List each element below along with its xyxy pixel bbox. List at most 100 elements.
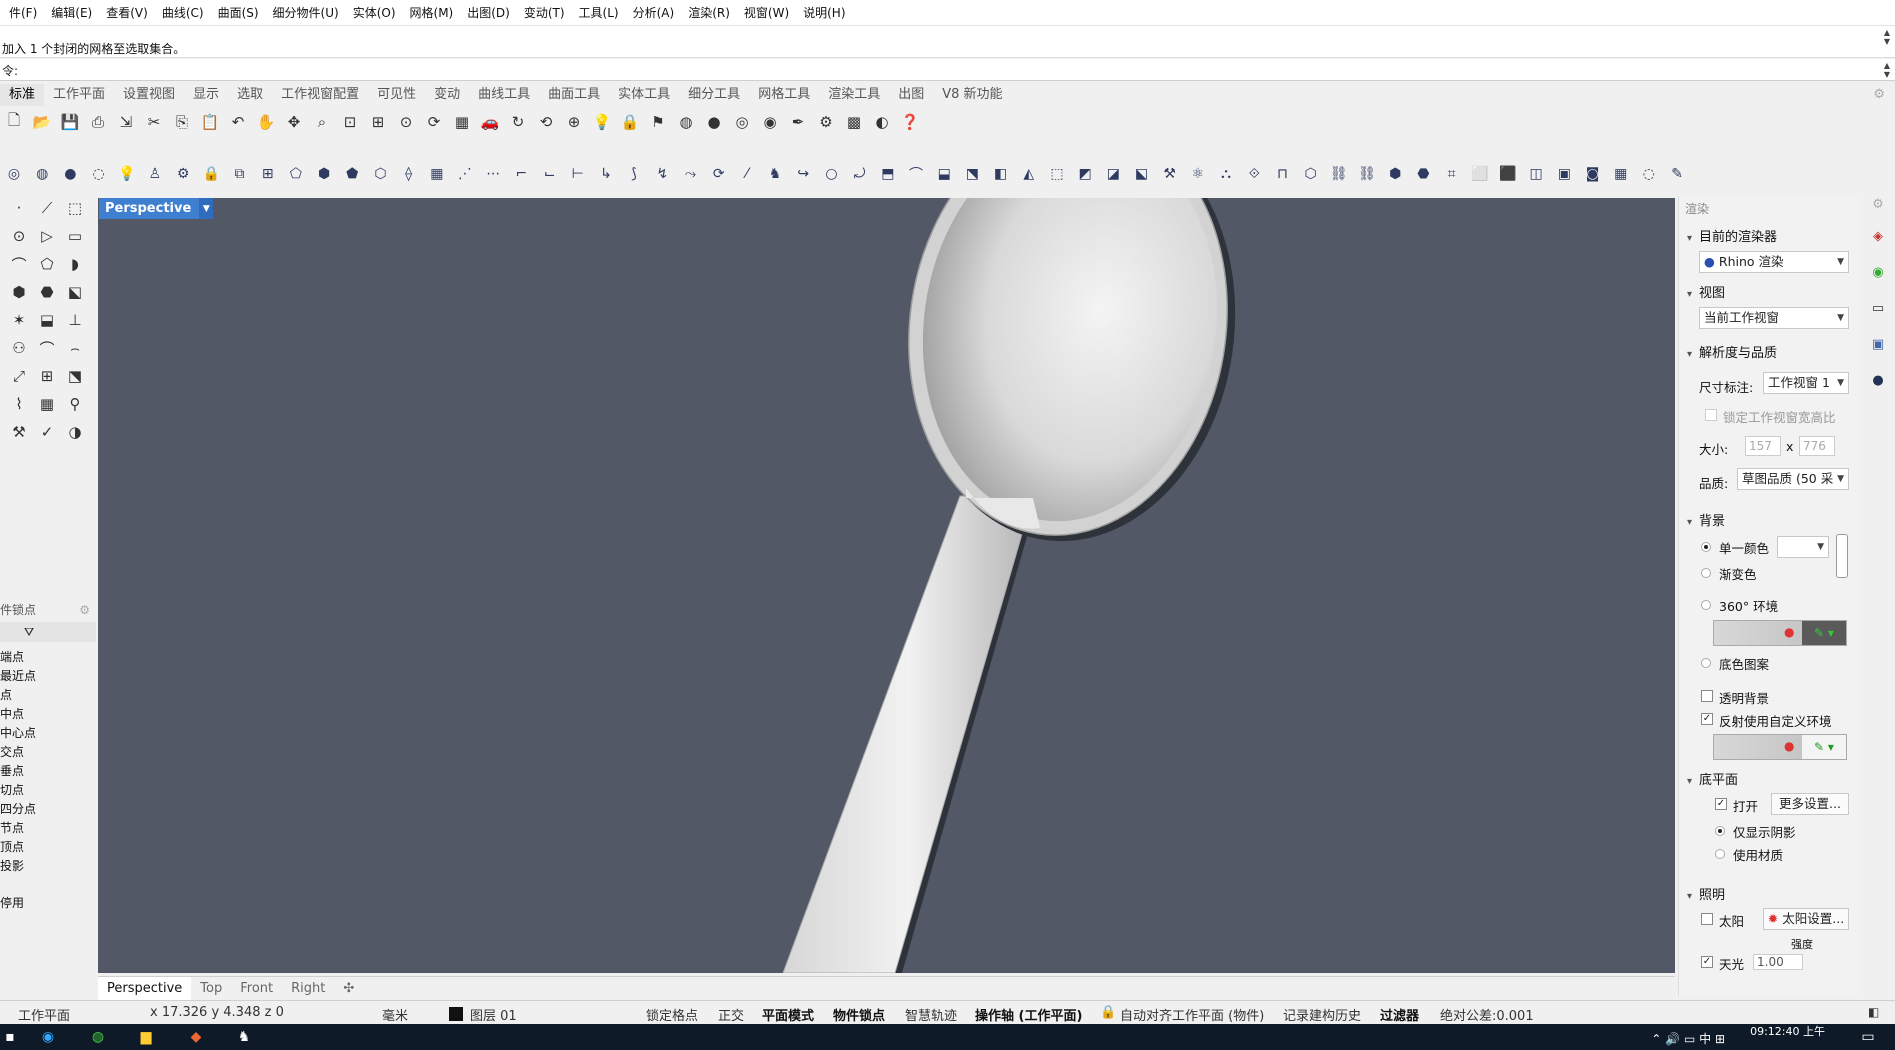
light-bulb-icon[interactable]: 💡: [590, 110, 614, 134]
menu-item[interactable]: 曲线(C): [155, 4, 211, 21]
toolbar-tool-icon[interactable]: ⌗: [1440, 162, 1464, 186]
toolbar-tool-icon[interactable]: ⬚: [1045, 162, 1069, 186]
render-panel-tab-icon[interactable]: ◈: [1870, 228, 1886, 244]
toolbar-tool-icon[interactable]: ⬔: [960, 162, 984, 186]
material-panel-tab-icon[interactable]: ●: [1870, 372, 1886, 388]
perspective-viewport[interactable]: [98, 198, 1675, 973]
toolbar-tab[interactable]: 显示: [184, 84, 228, 106]
toolbar-tool-icon[interactable]: ⤾: [848, 162, 872, 186]
toolbar-tab[interactable]: 标准: [0, 84, 45, 106]
viewport-menu-arrow-icon[interactable]: ▼: [199, 198, 214, 219]
history-toggle[interactable]: 记录建构历史: [1283, 1005, 1361, 1024]
zoom-window-icon[interactable]: ⊡: [338, 110, 362, 134]
left-tool-icon[interactable]: ·: [6, 196, 32, 220]
color-wheel-icon[interactable]: ◍: [674, 110, 698, 134]
toolbar-tool-icon[interactable]: 🔒: [199, 162, 223, 186]
toolbar-tool-icon[interactable]: ◭: [1017, 162, 1041, 186]
left-tool-icon[interactable]: ⟋: [34, 196, 60, 220]
view-dropdown[interactable]: 当前工作视窗 ▼: [1699, 307, 1849, 329]
gear-group-icon[interactable]: ⚙: [814, 110, 838, 134]
save-icon[interactable]: 💾: [58, 110, 82, 134]
solid-color-radio[interactable]: [1701, 542, 1711, 552]
env360-radio[interactable]: [1701, 600, 1711, 610]
notification-icon[interactable]: ▭: [1858, 1028, 1878, 1046]
toolbar-tab[interactable]: 设置视图: [114, 84, 184, 106]
size-width-input[interactable]: 157: [1745, 436, 1781, 456]
left-tool-icon[interactable]: ⌢: [62, 336, 88, 360]
toolbar-tool-icon[interactable]: ♙: [143, 162, 167, 186]
toolbar-tool-icon[interactable]: ⌐: [509, 162, 533, 186]
toolbar-tool-icon[interactable]: ⬕: [1130, 162, 1154, 186]
toolbar-tool-icon[interactable]: ⬠: [284, 162, 308, 186]
toolbar-tool-icon[interactable]: ↳: [594, 162, 618, 186]
section-view[interactable]: ▾ 视图: [1687, 282, 1725, 301]
toolbar-tool-icon[interactable]: ◫: [1524, 162, 1548, 186]
cut-icon[interactable]: ✂: [142, 110, 166, 134]
toolbar-tool-icon[interactable]: ⧉: [228, 162, 252, 186]
use-material-radio[interactable]: [1715, 849, 1725, 859]
four-view-icon[interactable]: ▦: [450, 110, 474, 134]
toolbar-tool-icon[interactable]: ⬛: [1496, 162, 1520, 186]
wallpaper-radio[interactable]: [1701, 658, 1711, 668]
left-tool-icon[interactable]: ✶: [6, 308, 32, 332]
spoon-model[interactable]: [98, 198, 1675, 973]
gradient-radio[interactable]: [1701, 568, 1711, 578]
toolbar-tab[interactable]: 可见性: [368, 84, 425, 106]
toolbar-tool-icon[interactable]: ◌: [1637, 162, 1661, 186]
toolbar-tab[interactable]: 变动: [425, 84, 469, 106]
edit-env-pen-icon[interactable]: ✎ ▾: [1802, 621, 1846, 645]
left-tool-icon[interactable]: ⬣: [34, 280, 60, 304]
toolbar-tool-icon[interactable]: ⛓: [1355, 162, 1379, 186]
toolbar-tab[interactable]: 曲线工具: [469, 84, 539, 106]
toolbar-tool-icon[interactable]: ⁄: [735, 162, 759, 186]
size-height-input[interactable]: 776: [1799, 436, 1835, 456]
toolbar-tool-icon[interactable]: ◪: [1101, 162, 1125, 186]
osnap-toggle[interactable]: 物件锁点: [833, 1005, 885, 1024]
menu-item[interactable]: 曲面(S): [211, 4, 266, 21]
toolbar-tool-icon[interactable]: ▦: [1609, 162, 1633, 186]
toolbar-tab[interactable]: 渲染工具: [819, 84, 889, 106]
rotate-2d-icon[interactable]: ↻: [506, 110, 530, 134]
rotate-3d-icon[interactable]: ⟲: [534, 110, 558, 134]
menu-item[interactable]: 视窗(W): [737, 4, 796, 21]
edit-reflection-pen-icon[interactable]: ✎ ▾: [1802, 735, 1846, 759]
toolbar-tool-icon[interactable]: ⛓: [1327, 162, 1351, 186]
display-panel-tab-icon[interactable]: ▭: [1870, 300, 1886, 316]
menu-item[interactable]: 查看(V): [99, 4, 155, 21]
toolbar-tool-icon[interactable]: ⋯: [481, 162, 505, 186]
new-file-icon[interactable]: 🗋: [2, 110, 26, 134]
viewport-title[interactable]: Perspective ▼: [99, 198, 214, 219]
file-explorer-icon[interactable]: ▆: [136, 1028, 156, 1046]
toolbar-tool-icon[interactable]: ⌙: [538, 162, 562, 186]
import-icon[interactable]: ⇲: [114, 110, 138, 134]
filter-toggle[interactable]: 过滤器: [1380, 1005, 1419, 1024]
left-tool-icon[interactable]: ⬓: [34, 308, 60, 332]
section-resolution[interactable]: ▾ 解析度与品质: [1687, 342, 1777, 361]
toolbar-tool-icon[interactable]: ◎: [2, 162, 26, 186]
osnap-item[interactable]: 中心点: [0, 724, 36, 741]
section-ground[interactable]: ▾ 底平面: [1687, 769, 1738, 788]
tab-options-gear-icon[interactable]: ⚙: [1873, 87, 1885, 102]
dimension-dropdown[interactable]: 工作视窗 1 ▼: [1763, 372, 1849, 394]
toolbar-tool-icon[interactable]: ○: [819, 162, 843, 186]
toolbar-tool-icon[interactable]: ⊢: [566, 162, 590, 186]
cplane-status[interactable]: 工作平面: [18, 1005, 70, 1024]
start-icon[interactable]: ▪: [0, 1028, 20, 1046]
menu-item[interactable]: 实体(O): [346, 4, 403, 21]
toolbar-tool-icon[interactable]: ●: [58, 162, 82, 186]
rhino-app-icon[interactable]: ♞: [234, 1028, 254, 1046]
toolbar-tool-icon[interactable]: ⚒: [1158, 162, 1182, 186]
section-lighting[interactable]: ▾ 照明: [1687, 884, 1725, 903]
car-icon[interactable]: 🚗: [478, 110, 502, 134]
reflection-env-swatch[interactable]: ● ✎ ▾: [1713, 734, 1847, 760]
toolbar-tool-icon[interactable]: ⛬: [1214, 162, 1238, 186]
toolbar-tool-icon[interactable]: ⬡: [368, 162, 392, 186]
toolbar-tool-icon[interactable]: ⚙: [171, 162, 195, 186]
window-restore-icon[interactable]: ◧: [1868, 1005, 1879, 1019]
toolbar-tab[interactable]: 工作平面: [44, 84, 114, 106]
menu-item[interactable]: 编辑(E): [44, 4, 99, 21]
left-tool-icon[interactable]: ◗: [62, 252, 88, 276]
left-tool-icon[interactable]: ⬠: [34, 252, 60, 276]
image-panel-tab-icon[interactable]: ▣: [1870, 336, 1886, 352]
smarttrack-toggle[interactable]: 智慧轨迹: [905, 1005, 957, 1024]
